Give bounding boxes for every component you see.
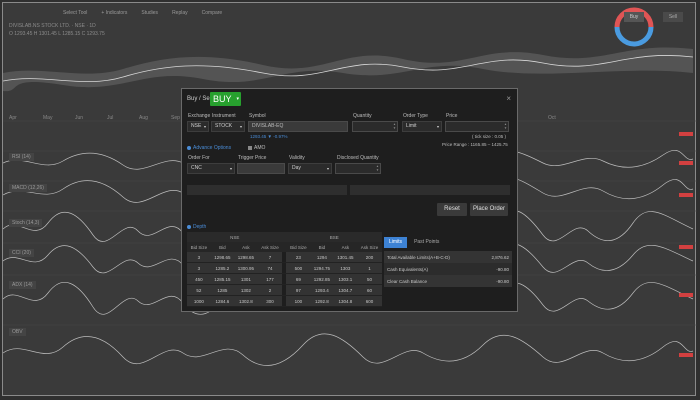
- info-strip: [187, 185, 347, 195]
- price-marker: [679, 161, 693, 165]
- disclosed-quantity-label: Disclosed Quantity: [337, 155, 379, 161]
- funds-table: Total Available Limits(A+B-C-D) 2,876.62 …: [384, 251, 512, 287]
- price-marker: [679, 353, 693, 357]
- table-row: 1000 1284.6 1302.8 300 100 1292.8 1304.8 600: [187, 295, 382, 307]
- price-band: [3, 47, 693, 92]
- column-header: Ask: [333, 242, 358, 252]
- trigger-price-label: Trigger Price: [238, 155, 267, 161]
- reset-button[interactable]: Reset: [437, 203, 467, 216]
- table-row: 3 1298.65 1298.65 7 23 1294 1301.45 200: [187, 252, 382, 263]
- table-row: 450 1285.15 1301 177 69 1292.85 1303.1 50: [187, 273, 382, 285]
- buy-sell-toggle[interactable]: BUY ▾: [210, 92, 241, 106]
- table-row: 3 1285.2 1300.95 74 500 1294.75 1303 1: [187, 262, 382, 274]
- list-item: Clear Cash Balance -90.80: [384, 275, 512, 287]
- pane-label[interactable]: MACD (12,26): [9, 184, 47, 192]
- place-order-button[interactable]: Place Order: [470, 203, 508, 216]
- advance-options[interactable]: Advance Options: [187, 145, 231, 151]
- pane-label[interactable]: Stoch (14,3): [9, 219, 43, 227]
- order-for-select[interactable]: CNC ▾: [187, 163, 235, 174]
- indicator-line-6: [3, 333, 694, 366]
- amo-checkbox[interactable]: AMO: [248, 145, 265, 151]
- dialog-title: Buy / Sell: [187, 96, 213, 102]
- validity-select[interactable]: Day ▾: [288, 163, 332, 174]
- column-header: Ask: [234, 242, 258, 252]
- order-for-label: Order For: [188, 155, 210, 161]
- exchange-label: Exchange: [188, 113, 211, 119]
- month-label: Jul: [107, 115, 114, 121]
- order-dialog: Buy / Sell BUY ▾ × Exchange Instrument Sy…: [181, 88, 518, 312]
- funds-tabs: Limits Past Points: [384, 237, 444, 248]
- pane-label[interactable]: CCI (20): [9, 249, 34, 257]
- column-header: Bid: [210, 242, 235, 252]
- depth-exchange-left: NSE: [187, 232, 283, 242]
- depth-exchange-right: BSE: [286, 232, 382, 242]
- tick-size: ( tick size : 0.05 ): [472, 134, 507, 139]
- quantity-input[interactable]: ▲ ▼: [352, 121, 398, 132]
- disclosed-quantity-input[interactable]: ▲ ▼: [335, 163, 381, 174]
- column-header: Bid Size: [187, 242, 211, 252]
- pane-label[interactable]: RSI (14): [9, 153, 34, 161]
- list-item: Cash Equivalents(A) -90.80: [384, 263, 512, 275]
- sell-button[interactable]: Sell: [663, 12, 683, 22]
- radio-icon: [187, 145, 191, 150]
- price-marker: [679, 293, 693, 297]
- chevron-down-icon: ▾: [236, 96, 239, 102]
- price-marker: [679, 245, 693, 249]
- month-label: Oct: [548, 115, 556, 121]
- order-type-label: Order Type: [403, 113, 428, 119]
- month-label: Apr: [9, 115, 17, 121]
- price-input[interactable]: ▲ ▼: [445, 121, 509, 132]
- quantity-label: Quantity: [353, 113, 372, 119]
- column-header: Bid Size: [286, 242, 311, 252]
- trigger-price-input[interactable]: [237, 163, 285, 174]
- market-depth-table: NSE BSE Bid Size Bid Ask Ask Size Bid Si…: [187, 232, 382, 307]
- order-type-select[interactable]: Limit ▾: [402, 121, 442, 132]
- column-header: Bid: [310, 242, 334, 252]
- symbol-label: Symbol: [249, 113, 266, 119]
- instrument-select[interactable]: STOCK ▾: [211, 121, 245, 132]
- pane-label[interactable]: ADX (14): [9, 281, 36, 289]
- validity-label: Validity: [289, 155, 305, 161]
- close-icon[interactable]: ×: [506, 94, 511, 103]
- depth-toggle[interactable]: Depth: [187, 224, 206, 230]
- exchange-select[interactable]: NSE ▾: [187, 121, 209, 132]
- price-marker: [679, 132, 693, 136]
- price-marker: [679, 193, 693, 197]
- column-header: Ask Size: [257, 242, 283, 252]
- list-item: Total Available Limits(A+B-C-D) 2,876.62: [384, 251, 512, 263]
- month-label: Sep: [171, 115, 180, 121]
- symbol-input[interactable]: DIVISLAB-EQ: [248, 121, 348, 132]
- table-row: 52 1285 1302 2 97 1293.4 1304.7 60: [187, 284, 382, 296]
- month-label: May: [43, 115, 53, 121]
- info-strip: [350, 185, 510, 195]
- price-range: Price Range : 1165.85 – 1425.75: [442, 142, 508, 147]
- symbol-ltp: 1293.45 ▼ -0.97%: [250, 134, 288, 139]
- tab-past-points[interactable]: Past Points: [409, 237, 444, 248]
- instrument-label: Instrument: [212, 113, 236, 119]
- tab-limits[interactable]: Limits: [384, 237, 408, 248]
- checkbox-icon: [248, 145, 252, 150]
- buy-button[interactable]: Buy: [624, 12, 644, 22]
- radio-icon: [187, 224, 191, 229]
- month-label: Jun: [75, 115, 84, 121]
- side-label: BUY: [213, 94, 232, 104]
- price-label: Price: [446, 113, 458, 119]
- pane-label[interactable]: OBV: [9, 328, 26, 336]
- month-label: Aug: [139, 115, 148, 121]
- column-header: Ask Size: [357, 242, 382, 252]
